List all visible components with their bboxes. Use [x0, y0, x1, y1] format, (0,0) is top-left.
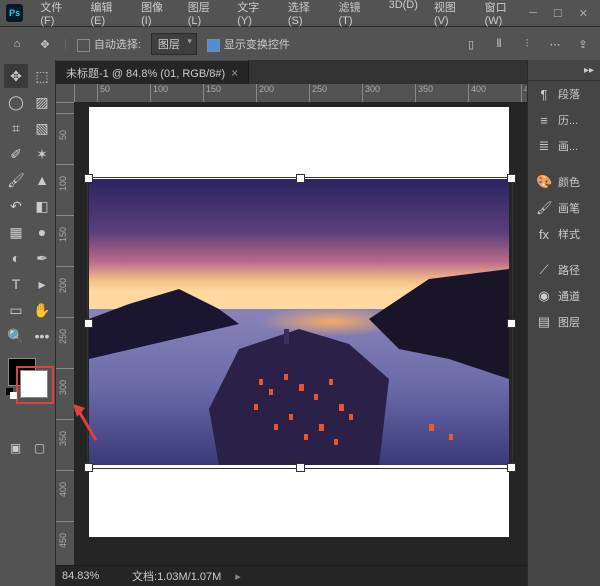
brush-tool[interactable]: 🖌 — [4, 168, 28, 192]
shape-tool[interactable]: ▭ — [4, 298, 28, 322]
status-bar: 84.83% 文档:1.03M/1.07M ▸ — [56, 565, 527, 586]
stamp-tool[interactable]: ▲ — [30, 168, 54, 192]
maximize-icon[interactable]: ☐ — [553, 7, 563, 20]
canvas-viewport[interactable] — [74, 102, 527, 566]
layers-icon: ▤ — [536, 314, 552, 330]
default-colors-icon[interactable] — [6, 388, 18, 400]
color-icon: 🎨 — [536, 174, 552, 190]
menu-edit[interactable]: 编辑(E) — [83, 0, 132, 31]
blur-tool[interactable]: ● — [30, 220, 54, 244]
quick-select-tool[interactable]: ▨ — [30, 90, 54, 114]
lasso-tool[interactable]: ◯ — [4, 90, 28, 114]
more-options-icon[interactable]: ⋯ — [546, 35, 564, 53]
menu-window[interactable]: 窗口(W) — [478, 0, 530, 31]
menu-filter[interactable]: 滤镜(T) — [332, 0, 380, 31]
move-tool-icon[interactable]: ✥ — [36, 35, 54, 53]
panel-brushes[interactable]: 🖌画笔 — [528, 195, 600, 221]
document-area: 未标题-1 @ 84.8% (01, RGB/8#) × 50 100 150 … — [56, 60, 527, 586]
close-icon[interactable]: ✕ — [579, 7, 588, 20]
paths-icon: ⟋ — [536, 262, 552, 278]
panel-collapse-icon[interactable]: ▸▸ — [528, 60, 600, 81]
zoom-level[interactable]: 84.83% — [62, 570, 118, 582]
image-layer[interactable] — [89, 179, 509, 465]
type-tool[interactable]: T — [4, 272, 28, 296]
paragraph-icon: ¶ — [536, 87, 552, 102]
move-tool[interactable]: ✥ — [4, 64, 28, 88]
title-bar: Ps 文件(F) 编辑(E) 图像(I) 图层(L) 文字(Y) 选择(S) 滤… — [0, 0, 600, 27]
quick-mask-icon[interactable]: ▣ — [6, 438, 26, 458]
auto-select-checkbox[interactable]: 自动选择: — [77, 36, 141, 52]
align-icon-3[interactable]: ⫶ — [518, 35, 536, 53]
menu-file[interactable]: 文件(F) — [33, 0, 81, 31]
options-bar: ⌂ ✥ | 自动选择: 图层 显示变换控件 ▯ ⫴ ⫶ ⋯ ⇪ — [0, 27, 600, 62]
ruler-horizontal[interactable]: 50 100 150 200 250 300 350 400 450 — [74, 84, 527, 103]
history-icon: ≡ — [536, 113, 552, 128]
main-menu: 文件(F) 编辑(E) 图像(I) 图层(L) 文字(Y) 选择(S) 滤镜(T… — [33, 0, 529, 31]
document-tab[interactable]: 未标题-1 @ 84.8% (01, RGB/8#) × — [56, 60, 249, 85]
pen-tool[interactable]: ✒ — [30, 246, 54, 270]
channels-icon: ◉ — [536, 288, 552, 304]
auto-select-target-dropdown[interactable]: 图层 — [151, 33, 197, 55]
show-transform-checkbox[interactable]: 显示变换控件 — [207, 36, 290, 52]
panel-channels[interactable]: ◉通道 — [528, 283, 600, 309]
gradient-tool[interactable]: ▦ — [4, 220, 28, 244]
panel-paragraph[interactable]: ¶段落 — [528, 81, 600, 107]
eraser-tool[interactable]: ◧ — [30, 194, 54, 218]
panel-styles[interactable]: fx样式 — [528, 221, 600, 247]
panel-paths[interactable]: ⟋路径 — [528, 257, 600, 283]
window-controls: ─ ☐ ✕ — [529, 7, 594, 20]
color-swatch[interactable] — [4, 358, 51, 398]
tab-close-icon[interactable]: × — [231, 66, 238, 80]
foreground-color-swatch[interactable] — [20, 370, 48, 398]
brushes-icon: 🖌 — [536, 200, 552, 216]
auto-select-label: 自动选择: — [94, 39, 141, 51]
hand-tool[interactable]: ✋ — [30, 298, 54, 322]
panel-history[interactable]: ≡历... — [528, 107, 600, 133]
zoom-tool[interactable]: 🔍 — [4, 324, 28, 348]
status-chevron-icon[interactable]: ▸ — [235, 570, 241, 583]
crop-tool[interactable]: ⌗ — [4, 116, 28, 140]
slice-tool[interactable]: ▧ — [30, 116, 54, 140]
doc-size: 文档:1.03M/1.07M — [132, 568, 221, 584]
show-transform-label: 显示变换控件 — [224, 39, 290, 51]
menu-layer[interactable]: 图层(L) — [181, 0, 229, 31]
panel-color[interactable]: 🎨颜色 — [528, 169, 600, 195]
eyedropper-tool[interactable]: ✐ — [4, 142, 28, 166]
align-icon-1[interactable]: ▯ — [462, 35, 480, 53]
canvas-wrap: 50 100 150 200 250 300 350 400 450 50 10… — [56, 84, 527, 586]
brush-presets-icon: ≣ — [536, 138, 552, 154]
dodge-tool[interactable]: ◐ — [4, 246, 28, 270]
menu-type[interactable]: 文字(Y) — [230, 0, 279, 31]
more-tools[interactable]: ••• — [30, 324, 54, 348]
styles-icon: fx — [536, 227, 552, 242]
home-icon[interactable]: ⌂ — [8, 35, 26, 53]
minimize-icon[interactable]: ─ — [529, 7, 537, 20]
app-logo: Ps — [6, 4, 23, 22]
panel-brush-presets[interactable]: ≣画... — [528, 133, 600, 159]
document-tab-title: 未标题-1 @ 84.8% (01, RGB/8#) — [66, 65, 225, 81]
screen-mode-icon[interactable]: ▢ — [30, 438, 50, 458]
panel-dock: ▸▸ ¶段落 ≡历... ≣画... 🎨颜色 🖌画笔 fx样式 ⟋路径 ◉通道 … — [527, 60, 600, 586]
heal-tool[interactable]: ✶ — [30, 142, 54, 166]
history-brush-tool[interactable]: ↶ — [4, 194, 28, 218]
menu-image[interactable]: 图像(I) — [134, 0, 179, 31]
menu-view[interactable]: 视图(V) — [427, 0, 476, 31]
tab-strip: 未标题-1 @ 84.8% (01, RGB/8#) × — [56, 60, 527, 84]
ruler-vertical[interactable]: 50 100 150 200 250 300 350 400 450 500 — [56, 102, 75, 566]
menu-3d[interactable]: 3D(D) — [382, 0, 425, 31]
path-select-tool[interactable]: ▸ — [30, 272, 54, 296]
align-icon-2[interactable]: ⫴ — [490, 35, 508, 53]
menu-select[interactable]: 选择(S) — [281, 0, 330, 31]
marquee-tool[interactable]: ⬚ — [30, 64, 54, 88]
ruler-corner — [56, 84, 75, 103]
share-icon[interactable]: ⇪ — [574, 35, 592, 53]
toolbox: ✥ ⬚ ◯ ▨ ⌗ ▧ ✐ ✶ 🖌 ▲ ↶ ◧ ▦ ● ◐ ✒ T ▸ ▭ ✋ … — [0, 60, 56, 586]
canvas[interactable] — [89, 107, 509, 537]
panel-layers[interactable]: ▤图层 — [528, 309, 600, 335]
